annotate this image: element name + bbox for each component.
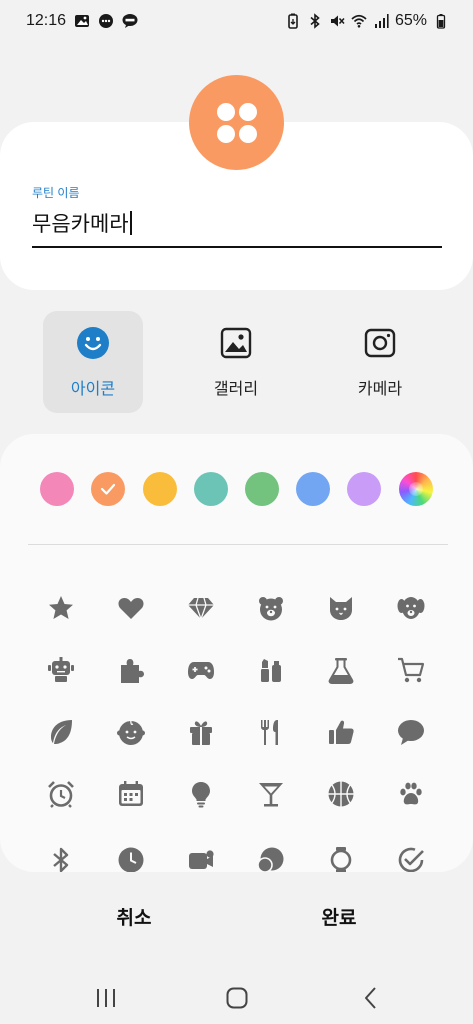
tab-gallery-label: 갤러리: [213, 381, 259, 398]
tab-camera-label: 카메라: [357, 381, 403, 398]
cutlery-icon[interactable]: [249, 710, 293, 754]
messenger-icon: [98, 13, 114, 29]
bear-icon[interactable]: [249, 586, 293, 630]
done-button[interactable]: 완료: [239, 888, 439, 944]
tab-camera[interactable]: 카메라: [330, 311, 430, 413]
routine-name-value: 무음카메라: [32, 213, 129, 236]
navigation-bar: [0, 968, 473, 1024]
bluetooth-icon[interactable]: [39, 838, 83, 872]
bulb-icon[interactable]: [179, 772, 223, 816]
icon-picker-card: [0, 434, 473, 872]
tab-icon-label: 아이콘: [70, 381, 116, 398]
calendar-icon[interactable]: [109, 772, 153, 816]
gift-icon[interactable]: [179, 710, 223, 754]
tab-icon[interactable]: 아이콘: [43, 311, 143, 413]
smiley-icon: [75, 325, 111, 361]
color-swatch-blue[interactable]: [296, 472, 330, 506]
status-time: 12:16: [26, 12, 67, 29]
color-swatch-orange[interactable]: [91, 472, 125, 506]
cart-icon[interactable]: [389, 648, 433, 692]
home-icon[interactable]: [215, 976, 259, 1020]
dog-icon[interactable]: [389, 586, 433, 630]
leaf-icon[interactable]: [39, 710, 83, 754]
wifi-icon: [351, 13, 367, 29]
color-swatch-yellow[interactable]: [143, 472, 177, 506]
back-icon[interactable]: [349, 976, 393, 1020]
four-dots-icon: [216, 102, 257, 143]
camera-icon: [362, 325, 398, 361]
bottom-actions: 취소 완료: [0, 888, 473, 944]
gamepad-icon[interactable]: [179, 648, 223, 692]
color-swatch-pink[interactable]: [40, 472, 74, 506]
star-icon[interactable]: [39, 586, 83, 630]
icon-source-tabs: 아이콘 갤러리 카메라: [0, 311, 473, 413]
color-swatch-purple[interactable]: [347, 472, 381, 506]
color-swatch-green[interactable]: [245, 472, 279, 506]
chat-icon[interactable]: [389, 710, 433, 754]
bluetooth-icon: [307, 13, 323, 29]
cancel-button[interactable]: 취소: [34, 888, 234, 944]
diamond-icon[interactable]: [179, 586, 223, 630]
puzzle-icon[interactable]: [109, 648, 153, 692]
video-icon[interactable]: [179, 838, 223, 872]
routine-name-input[interactable]: 무음카메라: [32, 200, 442, 248]
thumbs-up-icon[interactable]: [319, 710, 363, 754]
signal-icon: [373, 13, 389, 29]
divider: [28, 544, 448, 545]
cocktail-icon[interactable]: [249, 772, 293, 816]
talk-icon: [122, 13, 138, 29]
baby-icon[interactable]: [109, 710, 153, 754]
gallery-icon: [218, 325, 254, 361]
routine-name-label: 루틴 이름: [32, 186, 80, 200]
text-caret: [129, 211, 132, 235]
color-swatch-rainbow[interactable]: [399, 472, 433, 506]
alarm-icon[interactable]: [39, 772, 83, 816]
moon-icon[interactable]: [249, 838, 293, 872]
lipstick-icon[interactable]: [249, 648, 293, 692]
gallery-notification-icon: [74, 13, 90, 29]
battery-icon: [433, 13, 449, 29]
watch-icon[interactable]: [319, 838, 363, 872]
paw-icon[interactable]: [389, 772, 433, 816]
check-icon: [100, 483, 116, 495]
basketball-icon[interactable]: [319, 772, 363, 816]
status-bar: 12:16 65%: [0, 0, 473, 42]
routine-icon-preview[interactable]: [189, 75, 284, 170]
battery-saver-icon: [285, 13, 301, 29]
robot-icon[interactable]: [39, 648, 83, 692]
heart-icon[interactable]: [109, 586, 153, 630]
battery-percent: 65%: [394, 12, 427, 29]
recents-icon[interactable]: [84, 976, 128, 1020]
flask-icon[interactable]: [319, 648, 363, 692]
check-circle-icon[interactable]: [389, 838, 433, 872]
color-swatch-teal[interactable]: [194, 472, 228, 506]
cat-icon[interactable]: [319, 586, 363, 630]
mute-icon: [329, 13, 345, 29]
tab-gallery[interactable]: 갤러리: [186, 311, 286, 413]
clock-icon[interactable]: [109, 838, 153, 872]
